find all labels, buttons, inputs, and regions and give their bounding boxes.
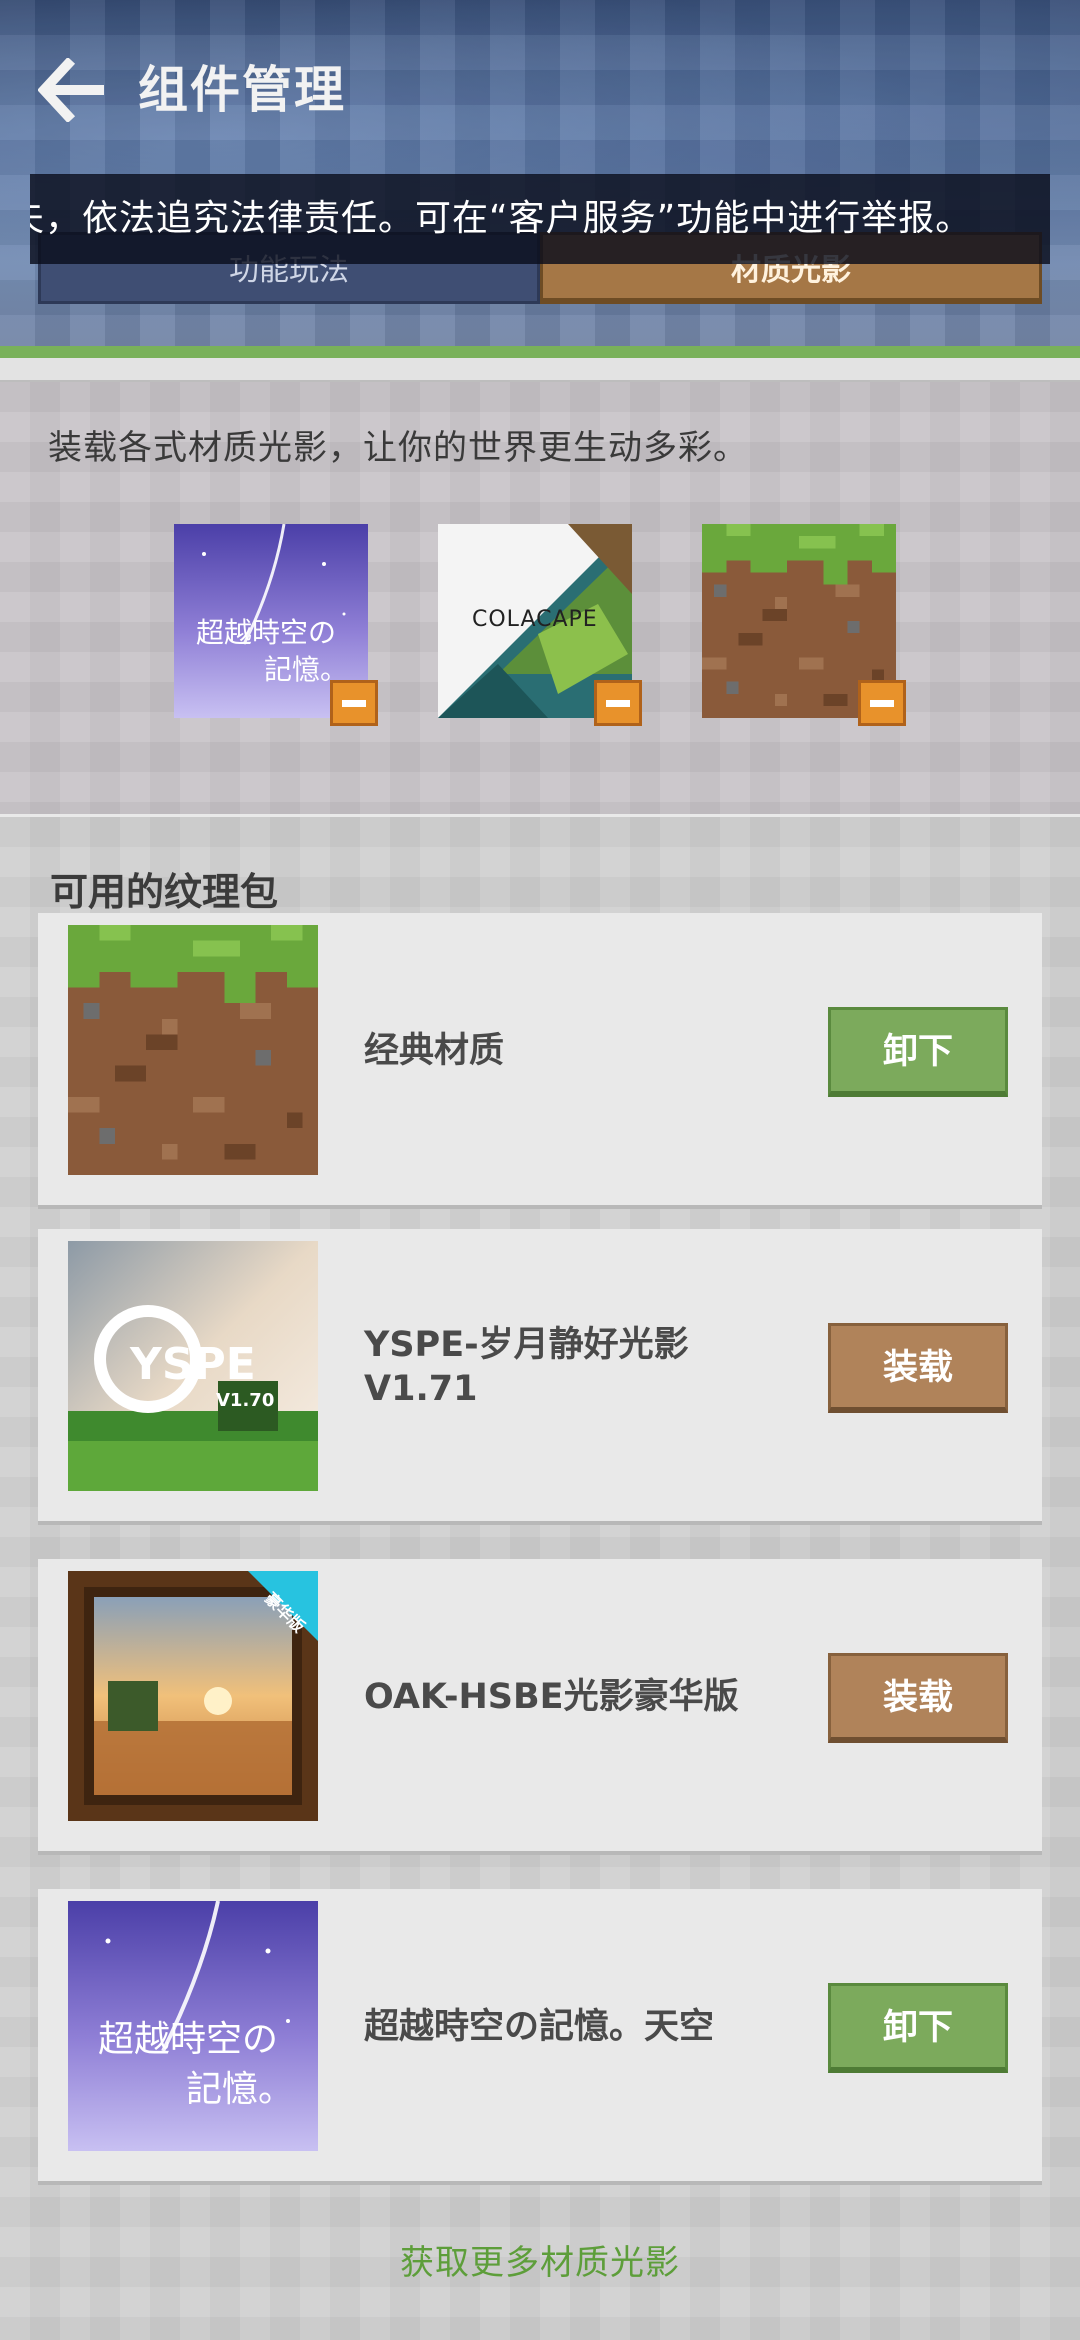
pack-name: 超越時空の記憶。天空 [364,2007,715,2047]
equipped-item[interactable]: 超越時空の 記憶。 [174,524,378,726]
pack-name: OAK-HSBE光影豪华版 [364,1677,739,1717]
notice-banner: 夫，依法追究法律责任。可在“客户服务”功能中进行举报。 [30,174,1050,264]
arrow-left-icon [38,58,104,122]
equipped-item[interactable] [702,524,906,726]
pack-name: YSPE-岁月静好光影V1.71 [364,1325,689,1409]
remove-button[interactable] [330,680,378,726]
equipped-section: 装载各式材质光影，让你的世界更生动多彩。 超越時空の 記憶。 COLACAPE [0,382,1080,814]
unload-button[interactable]: 卸下 [828,1983,1008,2073]
thumb-text: 超越時空の [196,616,336,649]
thumb-text: 超越時空の [98,2019,278,2060]
thumb-text: COLACAPE [472,607,598,632]
thumb-text: YSPE [129,1339,256,1390]
pack-card: 经典材质 卸下 [38,913,1042,1209]
pack-name: 经典材质 [364,1031,505,1071]
remove-button[interactable] [594,680,642,726]
load-button[interactable]: 装载 [828,1323,1008,1413]
header-divider [0,358,1080,382]
thumb-text: 記憶。 [186,2069,294,2110]
pack-thumbnail: YSPE V1.70 [68,1241,318,1491]
more-textures-link[interactable]: 获取更多材质光影 [0,2235,1080,2284]
equipped-description: 装载各式材质光影，让你的世界更生动多彩。 [48,428,748,468]
thumb-version: V1.70 [216,1390,274,1411]
equipped-item[interactable]: COLACAPE [438,524,642,726]
unload-button[interactable]: 卸下 [828,1007,1008,1097]
pack-thumbnail: 豪华版 [68,1571,318,1821]
header: 组件管理 功能玩法 材质光影 夫，依法追究法律责任。可在“客户服务”功能中进行举… [0,0,1080,350]
back-button[interactable] [38,58,108,122]
header-green-strip [0,346,1080,358]
pack-thumbnail [68,925,318,1175]
available-section: 可用的纹理包 经典材质 卸下 YSPE V1.70 YSPE-岁月静好光影V1.… [0,817,1080,2340]
section-title: 可用的纹理包 [50,870,279,914]
remove-button[interactable] [858,680,906,726]
pack-card: YSPE V1.70 YSPE-岁月静好光影V1.71 装载 [38,1229,1042,1525]
pack-card: 豪华版 OAK-HSBE光影豪华版 装载 [38,1559,1042,1855]
pack-card: 超越時空の 記憶。 超越時空の記憶。天空 卸下 [38,1889,1042,2185]
page-title: 组件管理 [138,61,346,119]
load-button[interactable]: 装载 [828,1653,1008,1743]
pack-thumbnail: 超越時空の 記憶。 [68,1901,318,2151]
